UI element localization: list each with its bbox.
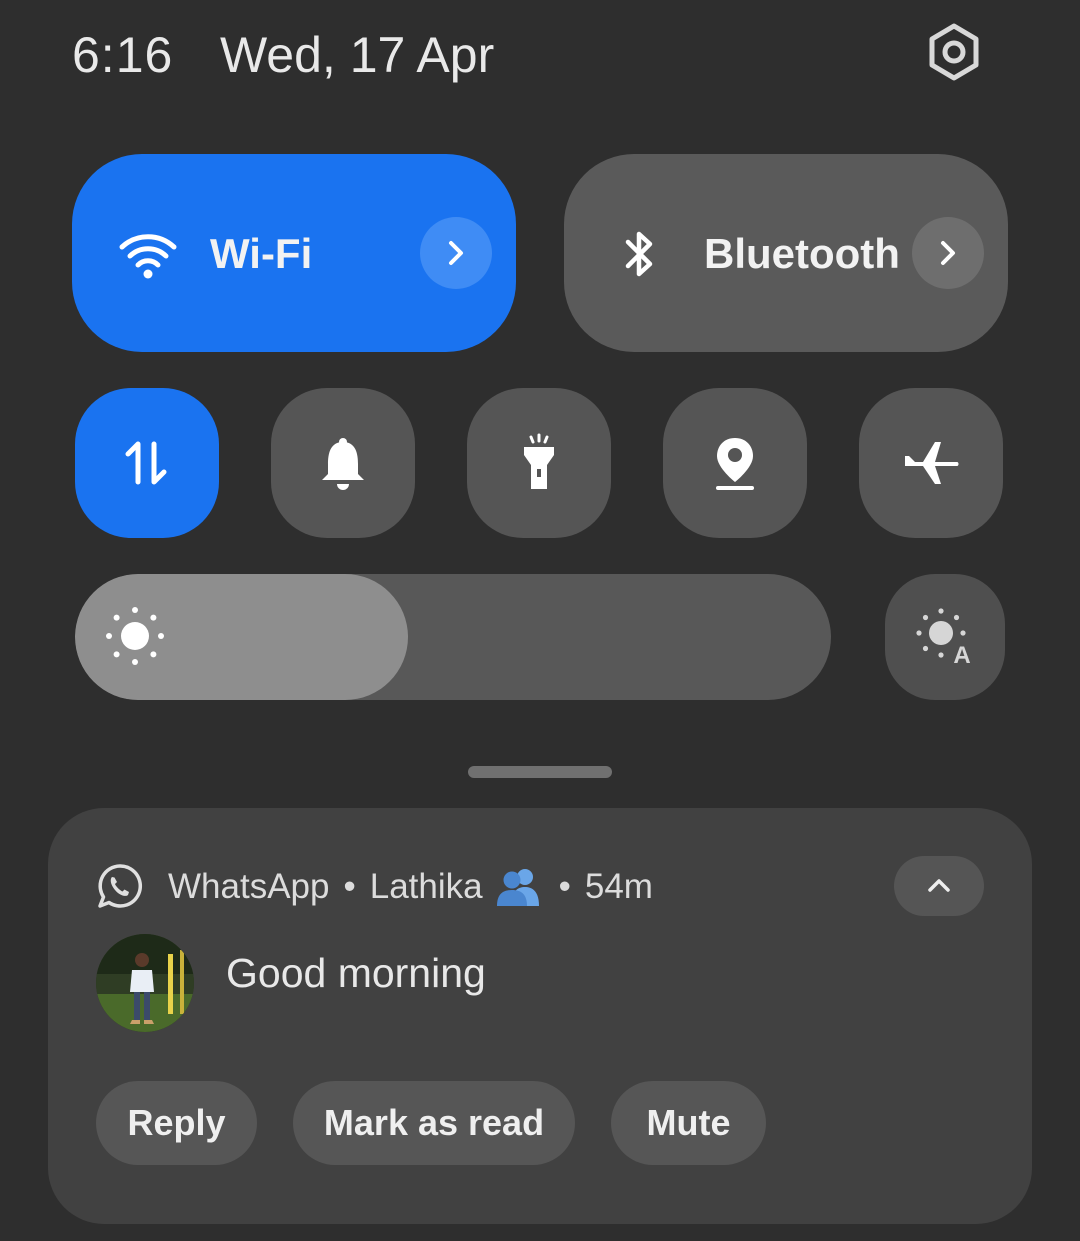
chevron-right-icon xyxy=(941,241,955,265)
chevron-up-icon xyxy=(928,879,950,892)
reply-button[interactable]: Reply xyxy=(96,1081,257,1165)
wifi-label: Wi-Fi xyxy=(210,230,313,277)
people-emoji-icon xyxy=(496,869,539,906)
separator: • xyxy=(343,867,356,906)
bluetooth-label: Bluetooth xyxy=(704,230,900,277)
clock: 6:16 xyxy=(72,27,174,83)
notification-header: WhatsApp • Lathika • 54m xyxy=(168,866,653,908)
torch-tile[interactable] xyxy=(467,388,611,538)
collapse-button[interactable] xyxy=(894,856,984,916)
mark-as-read-button[interactable]: Mark as read xyxy=(293,1081,575,1165)
chevron-right-icon xyxy=(449,241,463,265)
wifi-icon xyxy=(118,224,178,284)
avatar-photo xyxy=(96,934,194,1032)
contact-avatar xyxy=(96,934,194,1032)
notification-card[interactable]: WhatsApp • Lathika • 54m Good morning Re… xyxy=(48,808,1032,1224)
mobile-data-tile[interactable] xyxy=(75,388,219,538)
bluetooth-icon xyxy=(610,224,670,284)
brightness-icon xyxy=(106,607,164,665)
wifi-tile[interactable]: Wi-Fi xyxy=(72,154,516,352)
date: Wed, 17 Apr xyxy=(220,27,495,83)
airplane-icon xyxy=(905,442,959,484)
bell-icon xyxy=(322,438,364,490)
sender-name: Lathika xyxy=(369,867,483,906)
separator: • xyxy=(558,867,571,906)
whatsapp-icon xyxy=(98,864,143,908)
data-arrows-icon xyxy=(125,441,167,485)
bluetooth-tile[interactable]: Bluetooth xyxy=(564,154,1008,352)
app-name: WhatsApp xyxy=(168,867,330,906)
settings-button[interactable] xyxy=(920,18,988,86)
brightness-slider[interactable] xyxy=(75,574,831,700)
notification-time: 54m xyxy=(584,867,653,906)
auto-brightness-icon: A xyxy=(916,608,971,669)
airplane-tile[interactable] xyxy=(859,388,1003,538)
mute-button[interactable]: Mute xyxy=(611,1081,766,1165)
drag-handle[interactable] xyxy=(468,766,612,778)
wifi-details-button[interactable] xyxy=(420,217,492,289)
message-text: Good morning xyxy=(226,950,486,996)
auto-brightness-button[interactable]: A xyxy=(885,574,1005,700)
sound-tile[interactable] xyxy=(271,388,415,538)
location-pin-icon xyxy=(716,438,754,490)
flashlight-icon xyxy=(524,433,554,489)
location-tile[interactable] xyxy=(663,388,807,538)
auto-brightness-letter: A xyxy=(953,642,970,669)
bluetooth-details-button[interactable] xyxy=(912,217,984,289)
settings-icon xyxy=(929,23,979,81)
